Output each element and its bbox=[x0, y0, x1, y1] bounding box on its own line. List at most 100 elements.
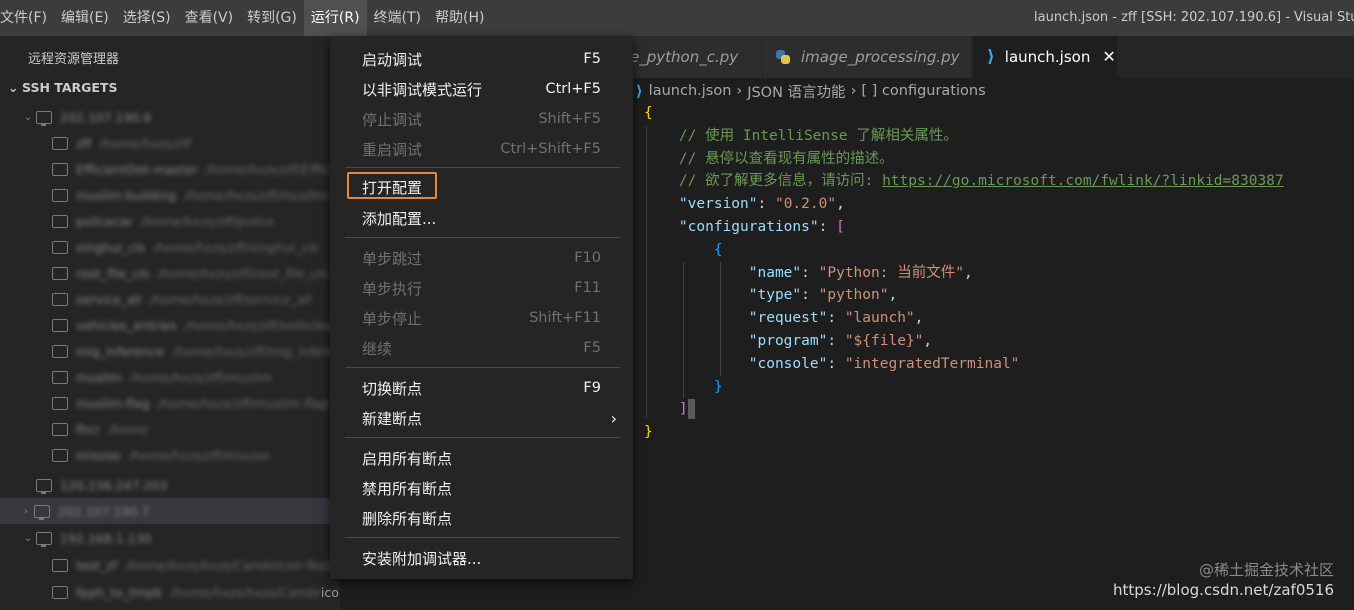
folder-row[interactable]: test_zf /home/hxzs/hxzs/Cambricon-Test/t… bbox=[0, 552, 340, 578]
watermark-line1: @稀土掘金技术社区 bbox=[1198, 561, 1334, 579]
breadcrumb-file[interactable]: launch.json bbox=[649, 83, 732, 99]
run-menu-item[interactable]: 安装附加调试器... bbox=[330, 543, 633, 573]
menu-bar: 文件(F) 编辑(E) 选择(S) 查看(V) 转到(G) 运行(R) 终端(T… bbox=[0, 0, 1354, 36]
chevron-right-icon: › bbox=[24, 505, 28, 517]
folder-row[interactable]: fpph_to_tmpb /home/hxzs/hxzs/Cambr icon-… bbox=[0, 579, 340, 605]
folder-row[interactable]: muslim-building/home/hxzs/zff/muslim-bui… bbox=[0, 182, 340, 208]
menu-terminal[interactable]: 终端(T) bbox=[367, 0, 428, 36]
folder-row[interactable]: EfficientDet-master/home/hxzs/zff/Effici… bbox=[0, 156, 340, 182]
json-key: "name" bbox=[748, 264, 802, 281]
folder-path: /home/hxzs/hxzs/Cambricon-Test/tensorflo… bbox=[125, 557, 340, 573]
breadcrumb-language[interactable]: JSON 语言功能 bbox=[747, 81, 845, 102]
json-key: "program" bbox=[748, 332, 828, 349]
folder-row[interactable]: policecar/home/hxzs/zff/police bbox=[0, 208, 340, 234]
folder-icon bbox=[52, 266, 68, 280]
folder-name: mig_inference bbox=[76, 343, 165, 359]
sidebar-title: 远程资源管理器 bbox=[28, 52, 120, 67]
folder-path: /home/hxzs/zff/muslim bbox=[129, 369, 272, 385]
watermark-line2: https://blog.csdn.net/zaf0516 bbox=[1113, 581, 1334, 599]
run-menu-item[interactable]: 删除所有断点 bbox=[330, 503, 633, 533]
run-menu-item[interactable]: 打开配置 bbox=[330, 172, 633, 202]
folder-row[interactable]: mixzoo/home/hxzs/zff/mixzoo bbox=[0, 442, 340, 468]
folder-row[interactable]: vehicles_entries/home/hxzs/zff/vehicles_… bbox=[0, 312, 340, 338]
close-icon[interactable]: ✕ bbox=[1102, 36, 1115, 78]
tab-launch-json[interactable]: ⟩ launch.json ✕ bbox=[973, 36, 1117, 78]
folder-row[interactable]: zff/home/hxzs/zff bbox=[0, 130, 340, 156]
host-name: 192.168.1.130 bbox=[60, 530, 152, 546]
folder-name: mixzoo bbox=[76, 447, 121, 463]
tab-image-processing[interactable]: image_processing.py bbox=[763, 36, 971, 78]
run-menu-item[interactable]: 新建断点 › bbox=[330, 403, 633, 433]
menu-item-label: 添加配置... bbox=[362, 209, 437, 228]
python-file-icon bbox=[775, 49, 791, 65]
menu-separator bbox=[345, 367, 620, 368]
ssh-host-row[interactable]: › 202.107.190.7 bbox=[0, 498, 340, 524]
folder-row[interactable]: root_file_cls/home/hxzs/zff/root_file_cl… bbox=[0, 260, 340, 286]
folder-icon bbox=[52, 292, 68, 306]
menu-item-shortcut: Shift+F11 bbox=[529, 310, 601, 326]
menu-selection[interactable]: 选择(S) bbox=[116, 0, 178, 36]
run-menu-item[interactable]: 启动调试 F5 bbox=[330, 44, 633, 74]
json-key: "configurations" bbox=[678, 218, 819, 235]
folder-row[interactable]: service_all/home/hxzs/zff/service_all bbox=[0, 286, 340, 312]
folder-row[interactable]: muslim-flag/home/hxzs/zff/muslim-flag bbox=[0, 390, 340, 416]
menu-item-shortcut: Shift+F5 bbox=[538, 111, 601, 127]
json-string: "${file}" bbox=[844, 332, 924, 349]
folder-icon bbox=[52, 585, 68, 599]
menu-file[interactable]: 文件(F) bbox=[0, 0, 54, 36]
menu-item-label: 删除所有断点 bbox=[362, 509, 453, 528]
chevron-down-icon: ⌄ bbox=[23, 532, 33, 544]
tab-label: launch.json bbox=[1004, 48, 1091, 66]
menu-edit[interactable]: 编辑(E) bbox=[54, 0, 116, 36]
menu-view[interactable]: 查看(V) bbox=[178, 0, 241, 36]
code-comment: // 悬停以查看现有属性的描述。 bbox=[678, 150, 894, 167]
menu-item-label: 继续 bbox=[362, 339, 393, 358]
tab-python-c[interactable]: e_python_c.py bbox=[630, 36, 762, 78]
host-name: 120.236.247.203 bbox=[60, 477, 168, 493]
folder-path: /home/hxzs/zff/xinghui_cls bbox=[153, 239, 319, 255]
ssh-host-row[interactable]: ⌄ 202.107.190.6 bbox=[0, 104, 340, 130]
run-menu-item[interactable]: 禁用所有断点 bbox=[330, 473, 633, 503]
folder-path: /home bbox=[108, 421, 148, 437]
breadcrumb-symbol[interactable]: [ ] configurations bbox=[861, 83, 985, 99]
folder-icon bbox=[52, 214, 68, 228]
menu-go[interactable]: 转到(G) bbox=[240, 0, 304, 36]
folder-path: /home/hxzs/zff/EfficientDet bbox=[205, 161, 340, 177]
json-string: "launch" bbox=[844, 310, 915, 327]
window-title: launch.json - zff [SSH: 202.107.190.6] -… bbox=[1034, 10, 1354, 25]
monitor-icon bbox=[36, 110, 52, 126]
run-menu-item[interactable]: 启用所有断点 bbox=[330, 443, 633, 473]
json-key: "request" bbox=[748, 310, 828, 327]
folder-row[interactable]: xinghui_cls/home/hxzs/zff/xinghui_cls bbox=[0, 234, 340, 260]
folder-path: /home/hxzs/zff/muslim-building/ bbox=[184, 187, 340, 203]
ssh-host-row[interactable]: ⌄ 192.168.1.130 bbox=[0, 525, 340, 551]
menu-run[interactable]: 运行(R) bbox=[303, 0, 367, 36]
run-menu-item[interactable]: 切换断点 F9 bbox=[330, 373, 633, 403]
code-link[interactable]: https://go.microsoft.com/fwlink/?linkid=… bbox=[882, 173, 1284, 189]
menu-help[interactable]: 帮助(H) bbox=[428, 0, 491, 36]
folder-name: vehicles_entries bbox=[76, 317, 177, 333]
run-menu-item[interactable]: 以非调试模式运行 Ctrl+F5 bbox=[330, 74, 633, 104]
ssh-host-row[interactable]: 120.236.247.203 bbox=[0, 472, 340, 498]
code-editor[interactable]: { // 使用 IntelliSense 了解相关属性。 // 悬停以查看现有属… bbox=[644, 102, 1284, 444]
menu-item-label: 以非调试模式运行 bbox=[362, 80, 483, 99]
folder-row[interactable]: fhcr/home bbox=[0, 416, 340, 442]
folder-row[interactable]: muslim/home/hxzs/zff/muslim bbox=[0, 364, 340, 390]
run-menu-item[interactable]: 添加配置... bbox=[330, 203, 633, 233]
watermark: @稀土掘金技术社区 https://blog.csdn.net/zaf0516 bbox=[1113, 560, 1334, 600]
folder-icon bbox=[52, 188, 68, 202]
text-cursor bbox=[687, 399, 695, 420]
run-menu-item: 单步跳过 F10 bbox=[330, 243, 633, 273]
ssh-targets-header[interactable]: ⌄ SSH TARGETS bbox=[8, 80, 117, 95]
host-name: 202.107.190.7 bbox=[58, 503, 150, 519]
folder-icon bbox=[52, 344, 68, 358]
run-menu-item: 停止调试 Shift+F5 bbox=[330, 104, 633, 134]
folder-name: muslim bbox=[76, 369, 122, 385]
menu-item-label: 单步执行 bbox=[362, 279, 423, 298]
json-key: "console" bbox=[748, 355, 828, 372]
folder-row[interactable]: mig_inference/home/hxzs/zff/mig_inferenc… bbox=[0, 338, 340, 364]
folder-path: /home/hxzs/zff/mixzoo bbox=[128, 447, 271, 463]
menu-item-label: 重启调试 bbox=[362, 140, 423, 159]
menu-item-label: 打开配置 bbox=[362, 178, 423, 197]
menu-separator bbox=[345, 437, 620, 438]
